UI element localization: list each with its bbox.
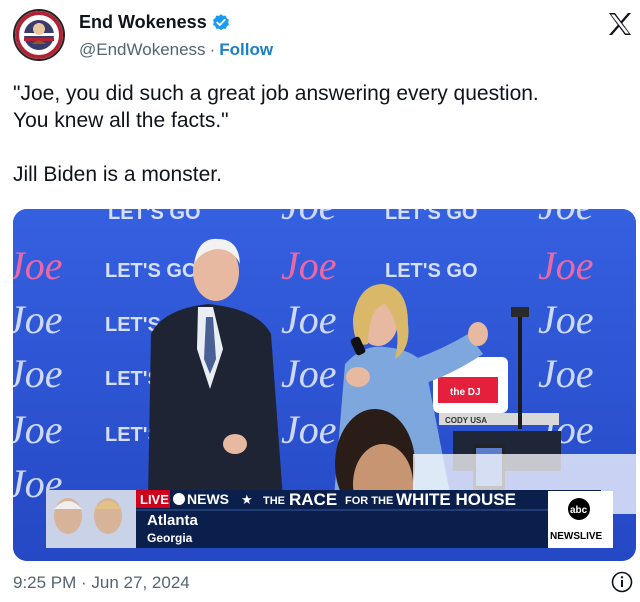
joe-text-6: Joe (538, 297, 594, 342)
program-end: WHITE HOUSE (396, 490, 516, 509)
joe-text-2: Joe (281, 243, 337, 288)
slogan-row-1b: LET'S GO (385, 260, 478, 282)
joe-text-9: Joe (13, 407, 63, 452)
logo-top-text: abc (570, 505, 588, 516)
program-main: RACE (289, 490, 337, 509)
media-scene: LET'S GO LET'S GO LET'S GO LET'S GO LET'… (13, 209, 636, 561)
author-avatar[interactable] (13, 9, 65, 61)
joe-text-12: Joe (281, 351, 337, 396)
location-city: Atlanta (147, 512, 198, 529)
tweet-text: "Joe, you did such a great job answering… (13, 82, 539, 186)
network-label: NEWS (187, 491, 229, 507)
follow-button[interactable]: Follow (219, 40, 273, 59)
joe-text-8: Joe (538, 351, 594, 396)
lectern-sign-text: the DJ (450, 387, 481, 398)
author-handle[interactable]: @EndWokeness (79, 40, 206, 59)
banner-star: ★ (241, 492, 253, 507)
tweet-media-image[interactable]: LET'S GO LET'S GO LET'S GO LET'S GO LET'… (13, 209, 636, 561)
news-banner: LIVE NEWS ★ THE RACE FOR THE WHITE HOUSE… (46, 490, 613, 548)
slogan-row-1: LET'S GO (105, 260, 198, 282)
joe-text-1: Joe (13, 243, 63, 288)
joe-text-3: Joe (538, 243, 594, 288)
slogan-row-0b: LET'S GO (385, 209, 478, 224)
display-name-text: End Wokeness (79, 12, 207, 32)
joe-text-14: Joe (281, 209, 337, 228)
program-pre: THE (263, 495, 285, 507)
x-logo-icon[interactable] (606, 10, 634, 38)
lectern-brand-text: CODY USA (445, 416, 487, 425)
tweet-timestamp[interactable]: 9:25 PM · Jun 27, 2024 (13, 573, 190, 593)
joe-text-13: Joe (281, 407, 337, 452)
verified-badge-icon (212, 13, 229, 30)
location-state: Georgia (147, 531, 193, 545)
slogan-row-0: LET'S GO (108, 209, 201, 224)
joe-text-7: Joe (13, 351, 63, 396)
logo-bottom-text: NEWSLIVE (550, 531, 603, 542)
author-handle-row: @EndWokeness · Follow (79, 40, 273, 60)
separator-dot: · (209, 40, 216, 59)
avatar-emblem-icon (15, 11, 63, 59)
program-mid: FOR THE (345, 495, 393, 507)
joe-text-4: Joe (13, 297, 63, 342)
abc-dot-icon (173, 493, 185, 505)
info-icon[interactable] (611, 571, 633, 593)
joe-text-5: Joe (281, 297, 337, 342)
live-label: LIVE (140, 492, 169, 507)
joe-text-15: Joe (538, 209, 594, 228)
author-display-name[interactable]: End Wokeness (79, 12, 231, 33)
